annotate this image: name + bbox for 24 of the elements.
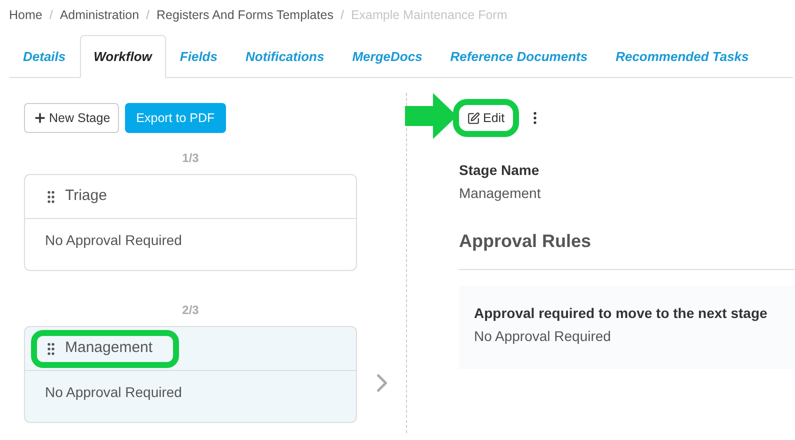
stage-card[interactable]: Management No Approval Required [24,326,357,423]
approval-rules-heading: Approval Rules [459,230,592,253]
rule-label: Approval required to move to the next stage [474,304,768,323]
edit-icon [467,112,480,124]
breadcrumb-separator: / [49,7,53,24]
stage-approval: No Approval Required [44,383,183,402]
breadcrumb-link[interactable]: Registers And Forms Templates [156,6,334,25]
breadcrumb-separator: / [146,7,150,24]
breadcrumb-link[interactable]: Home [9,6,42,25]
stage-title: Management [31,330,179,368]
stage-card[interactable]: Triage No Approval Required [24,174,357,271]
breadcrumb-link[interactable]: Administration [60,6,140,25]
rule-value: No Approval Required [474,327,612,346]
current-page-title: Example Maintenance Form [350,7,508,24]
stage-name-value: Management [459,184,542,203]
tab[interactable]: Workflow [80,35,166,78]
stage-name-label: Stage Name [459,161,540,180]
stage-position: 2/3 [182,302,199,319]
new-stage-button[interactable]: New Stage [24,103,120,133]
breadcrumb-separator: / [340,7,344,24]
stage-approval: No Approval Required [44,231,183,250]
stage-title: Triage [31,178,133,216]
plus-icon [33,111,47,125]
stage-position: 1/3 [182,150,199,167]
